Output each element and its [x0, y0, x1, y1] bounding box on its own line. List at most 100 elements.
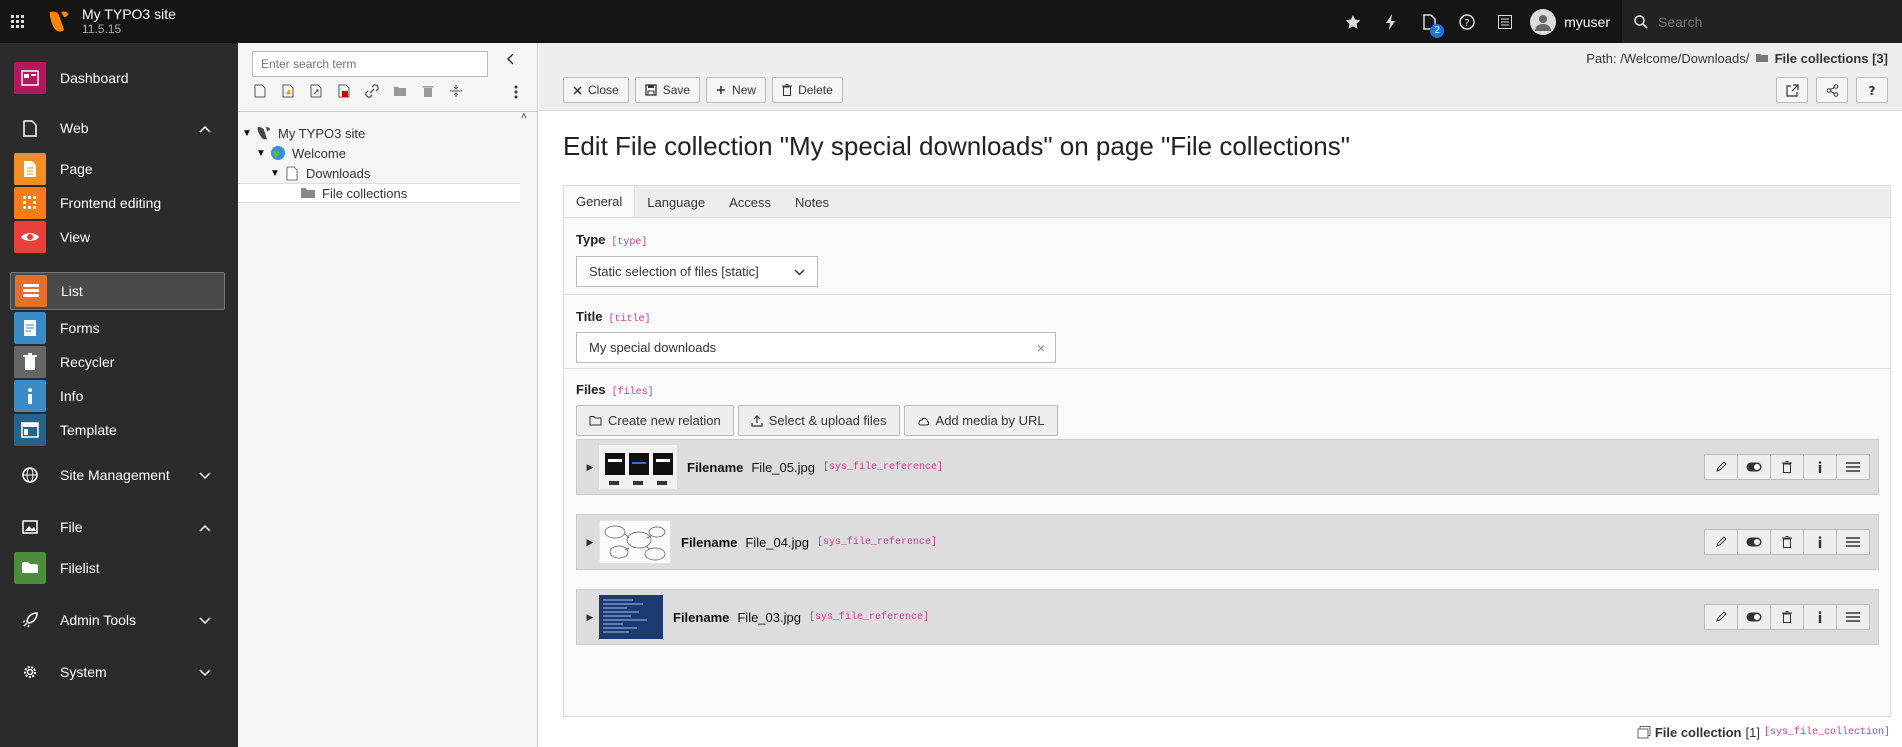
module-filelist[interactable]: Filelist [10, 549, 225, 587]
new-recycler-icon[interactable] [420, 83, 436, 99]
add-media-by-url-button[interactable]: Add media by URL [903, 405, 1058, 436]
pencil-icon[interactable] [1704, 454, 1738, 480]
file-reference-row[interactable]: ▶ Filename File_03.jpg [sys_file_referen… [576, 589, 1879, 645]
info-icon[interactable] [1803, 604, 1837, 630]
module-forms[interactable]: Forms [10, 309, 225, 347]
group-file[interactable]: File [10, 508, 225, 546]
toggle-icon[interactable] [1737, 529, 1771, 555]
info-icon[interactable] [1803, 529, 1837, 555]
files-buttons: Create new relation Select & upload file… [576, 405, 1058, 436]
title-input[interactable]: My special downloads × [576, 332, 1056, 363]
trash-icon[interactable] [1770, 529, 1804, 555]
tab-language[interactable]: Language [635, 186, 717, 218]
new-link-icon[interactable] [364, 83, 380, 99]
close-button[interactable]: Close [563, 77, 629, 103]
tree-node-label: File collections [322, 185, 408, 201]
pencil-icon[interactable] [1704, 529, 1738, 555]
tab-general[interactable]: General [564, 186, 636, 218]
tab-access[interactable]: Access [717, 186, 783, 218]
module-template[interactable]: Template [10, 411, 225, 449]
typo3-site-icon [256, 125, 272, 141]
opendocs-icon[interactable]: 2 [1410, 0, 1448, 43]
group-admin-tools[interactable]: Admin Tools [10, 601, 225, 639]
module-frontend-editing[interactable]: Frontend editing [10, 184, 225, 222]
more-vertical-icon[interactable] [514, 85, 518, 102]
chevron-up-icon [199, 121, 211, 136]
flash-clear-cache-icon[interactable] [1372, 0, 1410, 43]
new-button[interactable]: New [706, 77, 767, 103]
expand-toggle-icon[interactable]: ▶ [581, 537, 599, 548]
filelist-icon [14, 552, 46, 584]
expand-toggle-icon[interactable]: ▼ [242, 128, 256, 139]
typo3-logo-icon[interactable] [48, 8, 72, 36]
drag-handle-icon[interactable] [1836, 529, 1870, 555]
module-label: Recycler [60, 354, 115, 370]
info-icon[interactable] [1803, 454, 1837, 480]
new-restricted-page-icon[interactable] [336, 83, 352, 99]
tree-search-input[interactable] [252, 51, 488, 77]
new-shortcut-page-icon[interactable] [280, 83, 296, 99]
module-label: Frontend editing [60, 195, 162, 211]
open-new-window-button[interactable] [1776, 77, 1808, 103]
search-input[interactable] [1658, 13, 1878, 30]
file-reference-row[interactable]: ▶ Filename File_05.jpg [sys_file_referen… [576, 439, 1879, 495]
new-folder-icon[interactable] [392, 83, 408, 99]
help-button[interactable]: ? [1856, 77, 1888, 103]
toggle-icon[interactable] [1737, 604, 1771, 630]
collapse-tree-icon[interactable] [506, 53, 514, 68]
create-new-relation-button[interactable]: Create new relation [576, 405, 734, 436]
file-reference-row[interactable]: ▶ Filename File_04.jpg [sys_file_referen… [576, 514, 1879, 570]
pencil-icon[interactable] [1704, 604, 1738, 630]
new-page-icon[interactable] [252, 83, 268, 99]
drag-handle-icon[interactable] [1836, 604, 1870, 630]
module-recycler[interactable]: Recycler [10, 343, 225, 381]
toggle-icon[interactable] [1737, 454, 1771, 480]
module-dashboard[interactable]: Dashboard [10, 59, 225, 97]
module-label: Filelist [60, 560, 100, 576]
type-section: Type [type] Static selection of files [st… [564, 218, 1890, 295]
tree-node-root[interactable]: ▼ My TYPO3 site [242, 123, 365, 143]
type-select[interactable]: Static selection of files [static] [576, 256, 818, 287]
user-menu[interactable]: myuser [1524, 0, 1622, 43]
module-view[interactable]: View [10, 218, 225, 256]
tab-notes[interactable]: Notes [783, 186, 841, 218]
dashboard-icon [14, 62, 46, 94]
expand-toggle-icon[interactable]: ▼ [256, 148, 270, 159]
type-label: Type [type] [576, 232, 647, 248]
tree-node-welcome[interactable]: ▼ Welcome [256, 143, 346, 163]
drag-handle-icon[interactable] [1836, 454, 1870, 480]
module-list[interactable]: List [10, 272, 225, 310]
select-upload-files-button[interactable]: Select & upload files [737, 405, 900, 436]
live-search[interactable] [1622, 0, 1902, 43]
document-icon [14, 112, 46, 144]
scroll-up-icon[interactable]: ˄ [521, 111, 527, 122]
module-label: Template [60, 422, 117, 438]
save-button[interactable]: Save [634, 77, 701, 103]
apps-grid-icon[interactable] [0, 0, 36, 43]
module-menu: Dashboard Web Page Frontend editing View… [0, 43, 238, 747]
star-bookmarks-icon[interactable] [1334, 0, 1372, 43]
group-web[interactable]: Web [10, 109, 225, 147]
expand-toggle-icon[interactable]: ▶ [581, 612, 599, 623]
site-name[interactable]: My TYPO3 site 11.5.15 [82, 6, 176, 37]
new-divider-icon[interactable] [448, 83, 464, 99]
expand-toggle-icon[interactable]: ▼ [270, 168, 284, 179]
system-info-icon[interactable] [1486, 0, 1524, 43]
module-info[interactable]: Info [10, 377, 225, 415]
clear-input-icon[interactable]: × [1037, 340, 1045, 356]
trash-icon[interactable] [1770, 454, 1804, 480]
page-icon [284, 165, 300, 181]
title-field-key: [title] [608, 314, 651, 325]
share-button[interactable] [1816, 77, 1848, 103]
module-page[interactable]: Page [10, 150, 225, 188]
group-site-management[interactable]: Site Management [10, 456, 225, 494]
tree-node-downloads[interactable]: ▼ Downloads [270, 163, 370, 183]
new-link-page-icon[interactable] [308, 83, 324, 99]
trash-icon[interactable] [1770, 604, 1804, 630]
tree-node-file-collections[interactable]: File collections [238, 183, 520, 203]
help-icon[interactable]: ? [1448, 0, 1486, 43]
delete-button[interactable]: Delete [772, 77, 843, 103]
record-footer: File collection [1] [sys_file_collection… [1637, 725, 1890, 740]
expand-toggle-icon[interactable]: ▶ [581, 462, 599, 473]
group-system[interactable]: System [10, 653, 225, 691]
